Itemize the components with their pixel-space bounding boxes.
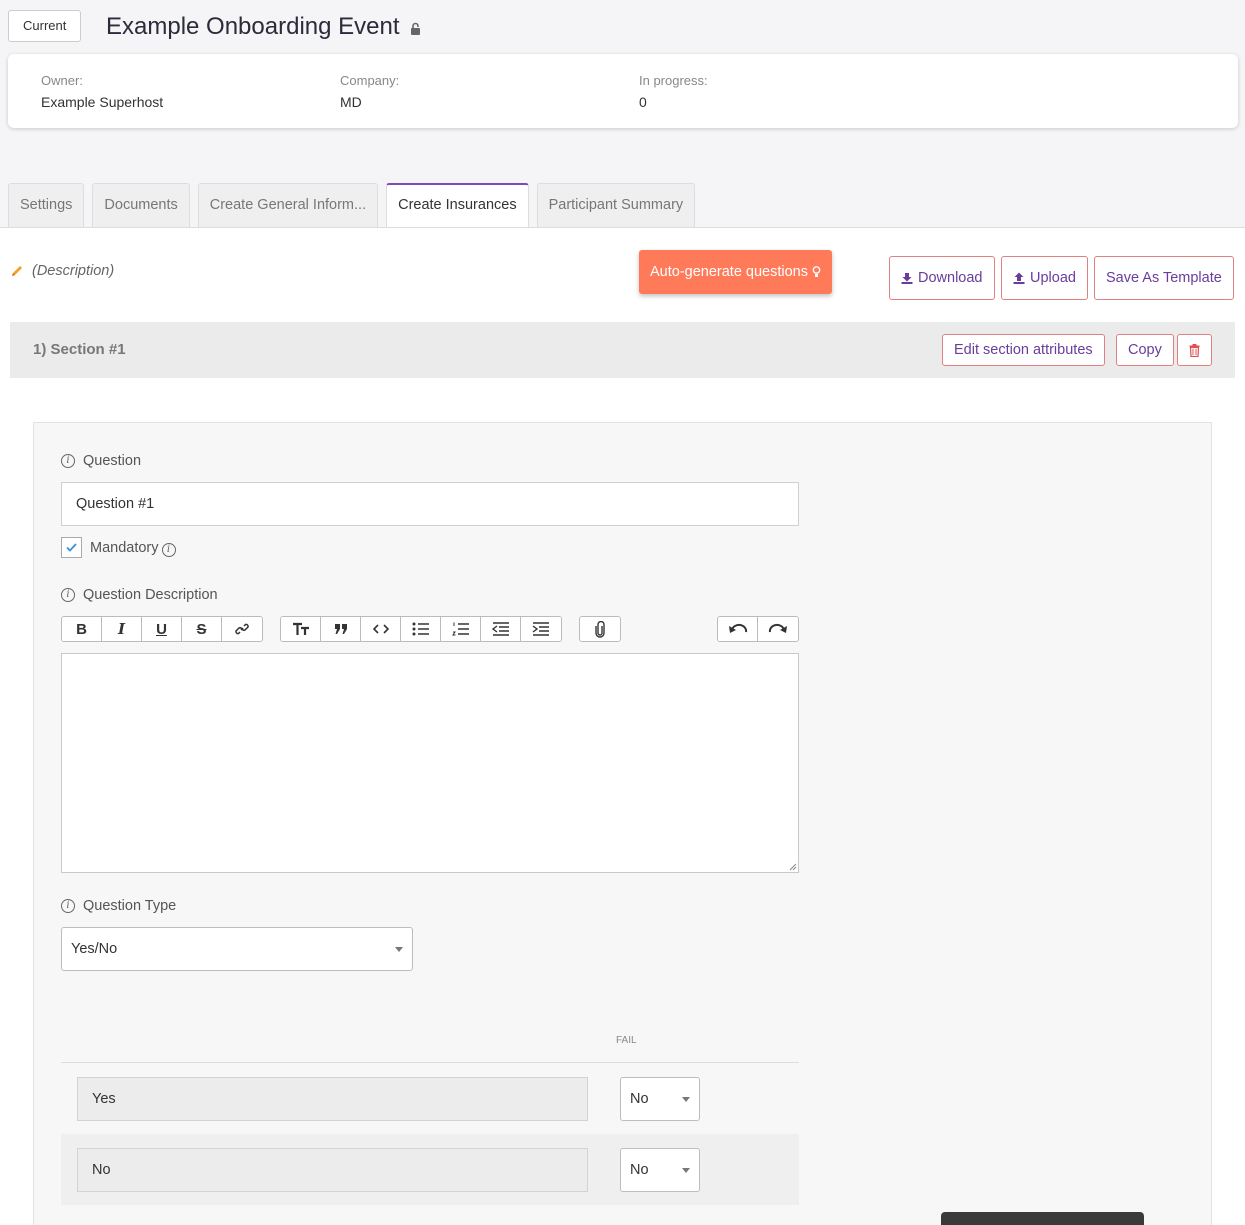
description-editor[interactable]: (Description) <box>10 263 114 279</box>
lightbulb-icon <box>812 266 821 277</box>
page-title-text: Example Onboarding Event <box>106 13 400 40</box>
chevron-down-icon <box>395 946 403 952</box>
main-panel: (Description) Auto-generate questions Do… <box>0 227 1245 1225</box>
answer-table: Yes No No No <box>61 1062 799 1205</box>
strikethrough-icon[interactable]: S <box>182 617 222 641</box>
question-description-label: i Question Description <box>61 587 218 603</box>
company-value: MD <box>340 94 362 110</box>
copy-section-button[interactable]: Copy <box>1116 334 1174 366</box>
mandatory-checkbox[interactable] <box>61 537 82 558</box>
indent-icon[interactable] <box>521 617 561 641</box>
description-text: (Description) <box>32 263 115 279</box>
page-title: Example Onboarding Event <box>106 12 421 42</box>
fail-select[interactable]: No <box>620 1148 700 1192</box>
download-button[interactable]: Download <box>889 256 995 300</box>
paperclip-icon[interactable] <box>580 617 620 641</box>
text-format-toolbar: B I U S <box>61 616 263 642</box>
fail-select[interactable]: No <box>620 1077 700 1121</box>
mandatory-label: Mandatory <box>90 539 159 556</box>
italic-icon[interactable]: I <box>102 617 142 641</box>
owner-value: Example Superhost <box>41 94 164 110</box>
section-header: 1) Section #1 Edit section attributes Co… <box>10 322 1235 378</box>
bullet-list-icon[interactable] <box>401 617 441 641</box>
pencil-icon <box>12 266 22 276</box>
question-label: i Question <box>61 453 141 469</box>
tab-create-insurances[interactable]: Create Insurances <box>386 183 529 228</box>
question-input[interactable]: Question #1 <box>61 482 799 526</box>
question-description-label-text: Question Description <box>83 587 218 603</box>
fail-column-header: FAIL <box>616 1035 637 1046</box>
download-icon <box>901 273 913 284</box>
tab-documents[interactable]: Documents <box>92 183 190 227</box>
numbered-list-icon[interactable] <box>441 617 481 641</box>
trash-icon <box>1189 343 1200 357</box>
heading-icon[interactable] <box>281 617 321 641</box>
auto-generate-questions-button[interactable]: Auto-generate questions <box>639 250 832 294</box>
undo-icon[interactable] <box>718 617 758 641</box>
edit-section-attributes-button[interactable]: Edit section attributes <box>942 334 1105 366</box>
block-format-toolbar <box>280 616 562 642</box>
download-label: Download <box>918 270 983 286</box>
code-icon[interactable] <box>361 617 401 641</box>
mandatory-checkbox-row: Mandatory i <box>61 537 176 558</box>
progress-value: 0 <box>639 94 647 110</box>
chevron-down-icon <box>682 1096 690 1102</box>
tab-participant-summary[interactable]: Participant Summary <box>536 183 696 227</box>
info-icon[interactable]: i <box>61 899 75 913</box>
outdent-icon[interactable] <box>481 617 521 641</box>
fail-value: No <box>630 1162 649 1178</box>
bold-icon[interactable]: B <box>62 617 102 641</box>
answer-input[interactable]: Yes <box>77 1077 588 1121</box>
info-icon[interactable]: i <box>61 454 75 468</box>
auto-generate-label: Auto-generate questions <box>650 264 808 280</box>
attachment-toolbar <box>579 616 621 642</box>
tab-create-general-information[interactable]: Create General Inform... <box>197 183 379 227</box>
info-icon[interactable]: i <box>161 542 176 557</box>
progress-info: In progress: 0 <box>639 72 708 112</box>
upload-icon <box>1013 272 1025 284</box>
answer-input[interactable]: No <box>77 1148 588 1192</box>
owner-info: Owner: Example Superhost <box>41 72 163 112</box>
chevron-down-icon <box>682 1167 690 1173</box>
answer-row: No No <box>61 1134 799 1205</box>
owner-label: Owner: <box>41 73 83 88</box>
floating-panel-tab[interactable] <box>941 1212 1144 1225</box>
question-type-label: i Question Type <box>61 898 176 914</box>
company-label: Company: <box>340 73 400 88</box>
question-type-label-text: Question Type <box>83 898 177 914</box>
upload-label: Upload <box>1030 270 1076 286</box>
tab-bar: Settings Documents Create General Inform… <box>8 183 696 228</box>
question-type-select[interactable]: Yes/No <box>61 927 413 971</box>
company-info: Company: MD <box>340 72 399 112</box>
fail-value: No <box>630 1091 649 1107</box>
quote-icon[interactable] <box>321 617 361 641</box>
upload-button[interactable]: Upload <box>1001 256 1088 300</box>
question-card: i Question Question #1 Mandatory i i Que… <box>33 422 1212 1225</box>
history-toolbar <box>717 616 799 642</box>
resize-handle-icon[interactable] <box>789 863 797 871</box>
answer-row: Yes No <box>61 1063 799 1134</box>
delete-section-button[interactable] <box>1177 334 1212 366</box>
question-description-editor[interactable] <box>61 653 799 873</box>
link-icon[interactable] <box>222 617 262 641</box>
save-as-template-button[interactable]: Save As Template <box>1094 256 1234 300</box>
redo-icon[interactable] <box>758 617 798 641</box>
question-type-value: Yes/No <box>71 941 118 957</box>
info-icon[interactable]: i <box>61 588 75 602</box>
question-label-text: Question <box>83 453 142 469</box>
progress-label: In progress: <box>639 73 708 88</box>
lock-icon <box>410 22 420 35</box>
tab-settings[interactable]: Settings <box>8 183 85 227</box>
check-icon <box>66 543 77 552</box>
status-badge[interactable]: Current <box>8 10 82 42</box>
section-title: 1) Section #1 <box>33 341 126 358</box>
event-info-card: Owner: Example Superhost Company: MD In … <box>8 54 1238 128</box>
underline-icon[interactable]: U <box>142 617 182 641</box>
